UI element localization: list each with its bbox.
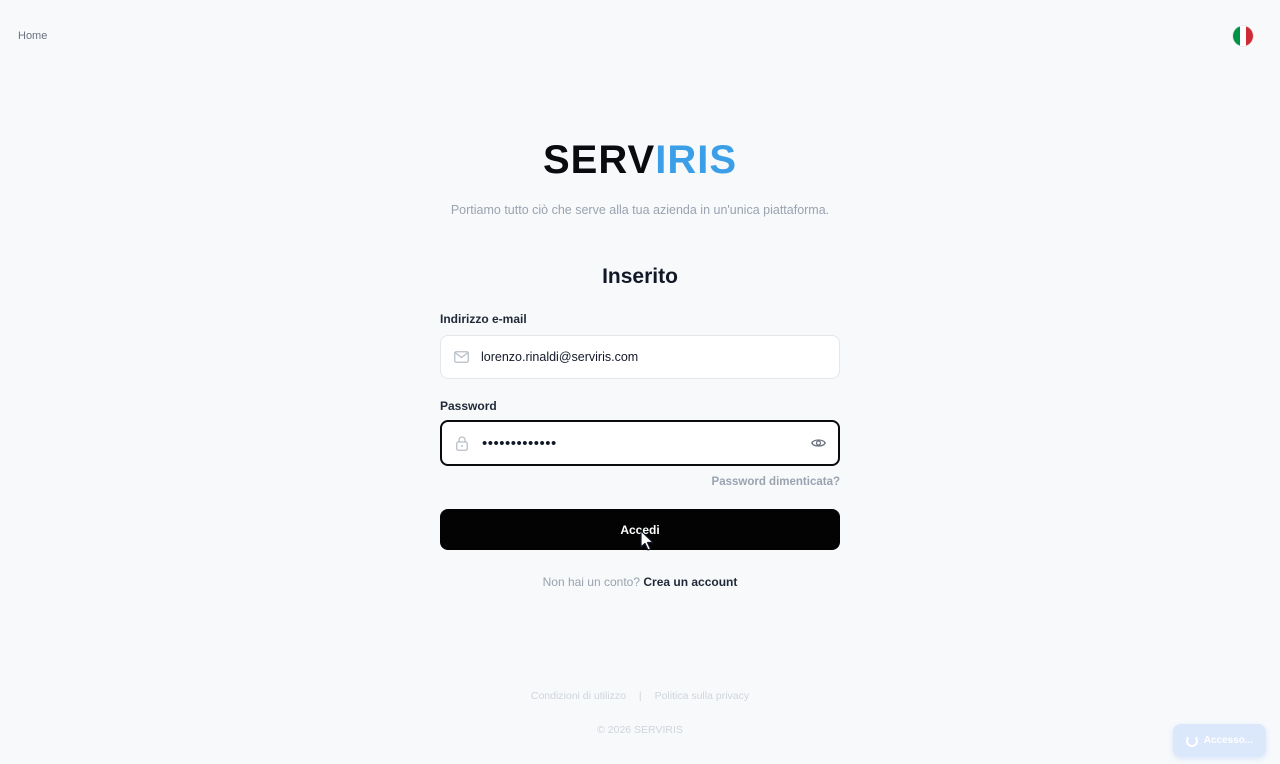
home-link[interactable]: Home (18, 30, 47, 42)
email-field[interactable] (440, 335, 840, 379)
italy-flag-icon[interactable] (1233, 26, 1253, 46)
footer-separator: | (638, 690, 642, 702)
email-input[interactable] (481, 350, 839, 364)
logo-part-dark: SERV (543, 138, 656, 182)
tagline: Portiamo tutto ciò che serve alla tua az… (450, 203, 830, 217)
brand-logo: SERVIRIS (0, 136, 1280, 184)
flag-green-stripe (1233, 26, 1240, 46)
password-input[interactable]: ••••••••••••• (482, 435, 798, 452)
signup-prompt-text: Non hai un conto? (542, 575, 641, 589)
terms-link[interactable]: Condizioni di utilizzo (531, 690, 626, 702)
eye-icon[interactable] (798, 422, 838, 464)
loading-toast: Accesso... (1173, 724, 1266, 757)
flag-red-stripe (1246, 26, 1253, 46)
forgot-password-link[interactable]: Password dimenticata? (600, 476, 840, 488)
create-account-link[interactable]: Crea un account (643, 575, 737, 589)
logo-part-accent: IRIS (655, 138, 737, 182)
mouse-cursor-icon (640, 530, 654, 551)
form-title: Inserito (602, 265, 678, 288)
mail-icon (441, 336, 481, 378)
toast-label: Accesso... (1203, 735, 1254, 746)
spinner-icon (1185, 734, 1198, 747)
lock-icon (442, 422, 482, 464)
password-field[interactable]: ••••••••••••• (440, 420, 840, 466)
password-label: Password (440, 399, 497, 413)
signup-prompt: Non hai un conto? Crea un account (0, 575, 1280, 589)
email-label: Indirizzo e-mail (440, 312, 527, 326)
footer-links: Condizioni di utilizzo | Politica sulla … (0, 690, 1280, 702)
copyright: © 2026 SERVIRIS (597, 724, 683, 736)
flag-white-stripe (1239, 26, 1247, 46)
privacy-link[interactable]: Politica sulla privacy (655, 690, 750, 702)
